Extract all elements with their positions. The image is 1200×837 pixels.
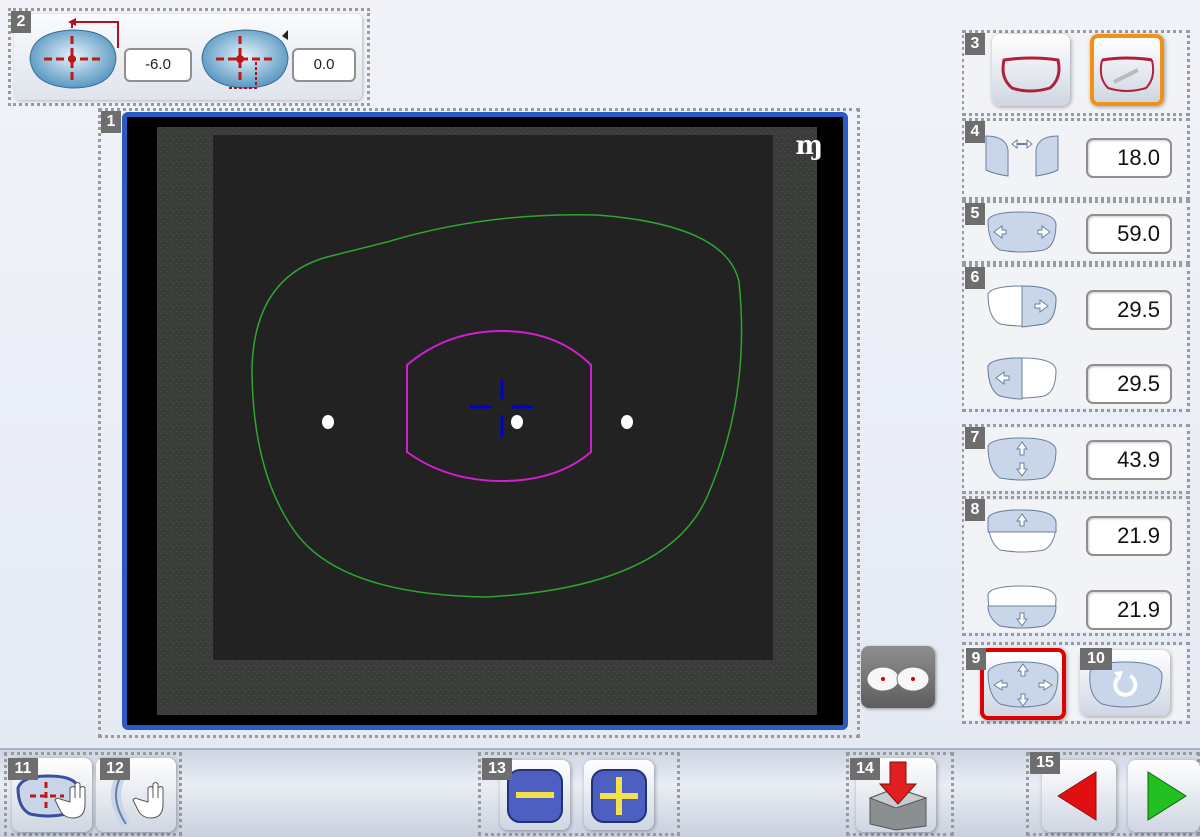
tracing-viewer[interactable]: ɱ <box>122 112 848 730</box>
bridge-icon <box>984 130 1060 180</box>
upper-half-value[interactable]: 21.9 <box>1086 516 1172 556</box>
lens-crosshair-horizontal-icon <box>29 18 119 89</box>
badge-7: 7 <box>965 427 985 449</box>
lens-height-value[interactable]: 43.9 <box>1086 440 1172 480</box>
rimless-glasses-icon <box>1099 56 1155 92</box>
full-rim-frame-button[interactable] <box>992 34 1070 106</box>
marker-dot-right <box>621 415 633 429</box>
badge-8: 8 <box>965 499 985 521</box>
badge-11: 11 <box>8 758 38 780</box>
arrow-right-icon <box>1147 771 1187 821</box>
badge-10: 10 <box>1080 648 1112 670</box>
badge-6: 6 <box>965 267 985 289</box>
badge-5: 5 <box>965 203 985 225</box>
temporal-half-icon <box>984 356 1060 400</box>
lens-crosshair-vertical-icon <box>201 29 289 89</box>
lower-half-icon <box>984 584 1060 630</box>
glasses-pupils-icon <box>866 666 930 692</box>
badge-4: 4 <box>965 121 985 143</box>
temporal-half-value[interactable]: 29.5 <box>1086 364 1172 404</box>
full-rim-glasses-icon <box>1001 56 1061 93</box>
marker-dot-center <box>511 415 523 429</box>
zoom-in-button[interactable] <box>584 760 654 830</box>
plus-icon <box>591 769 647 823</box>
lens-width-value[interactable]: 59.0 <box>1086 214 1172 254</box>
nasal-half-value[interactable]: 29.5 <box>1086 290 1172 330</box>
move-arrows-icon <box>987 661 1059 708</box>
vertical-decentration-value[interactable]: 0.0 <box>292 48 356 82</box>
badge-12: 12 <box>100 758 130 780</box>
marker-dot-left <box>322 415 334 429</box>
next-button[interactable] <box>1128 760 1200 832</box>
move-shape-button[interactable] <box>980 648 1066 720</box>
lens-shape-canvas <box>157 127 817 715</box>
lens-width-icon <box>984 210 1060 254</box>
upper-half-icon <box>984 508 1060 554</box>
rimless-frame-button[interactable] <box>1090 34 1164 106</box>
bridge-value[interactable]: 18.0 <box>1086 138 1172 178</box>
brand-logo: ɱ <box>795 131 823 161</box>
badge-2: 2 <box>11 11 31 33</box>
lens-height-icon <box>984 436 1060 482</box>
lower-half-value[interactable]: 21.9 <box>1086 590 1172 630</box>
horizontal-decentration-value[interactable]: -6.0 <box>124 48 192 82</box>
pupil-view-button[interactable] <box>861 646 935 708</box>
horizontal-decentration-button[interactable] <box>22 18 122 96</box>
badge-14: 14 <box>850 758 880 780</box>
badge-15: 15 <box>1030 752 1060 774</box>
badge-3: 3 <box>965 33 985 55</box>
nasal-half-icon <box>984 284 1060 328</box>
badge-9: 9 <box>966 648 986 670</box>
vertical-decentration-button[interactable] <box>194 18 294 96</box>
badge-1: 1 <box>101 111 121 133</box>
badge-13: 13 <box>482 758 512 780</box>
